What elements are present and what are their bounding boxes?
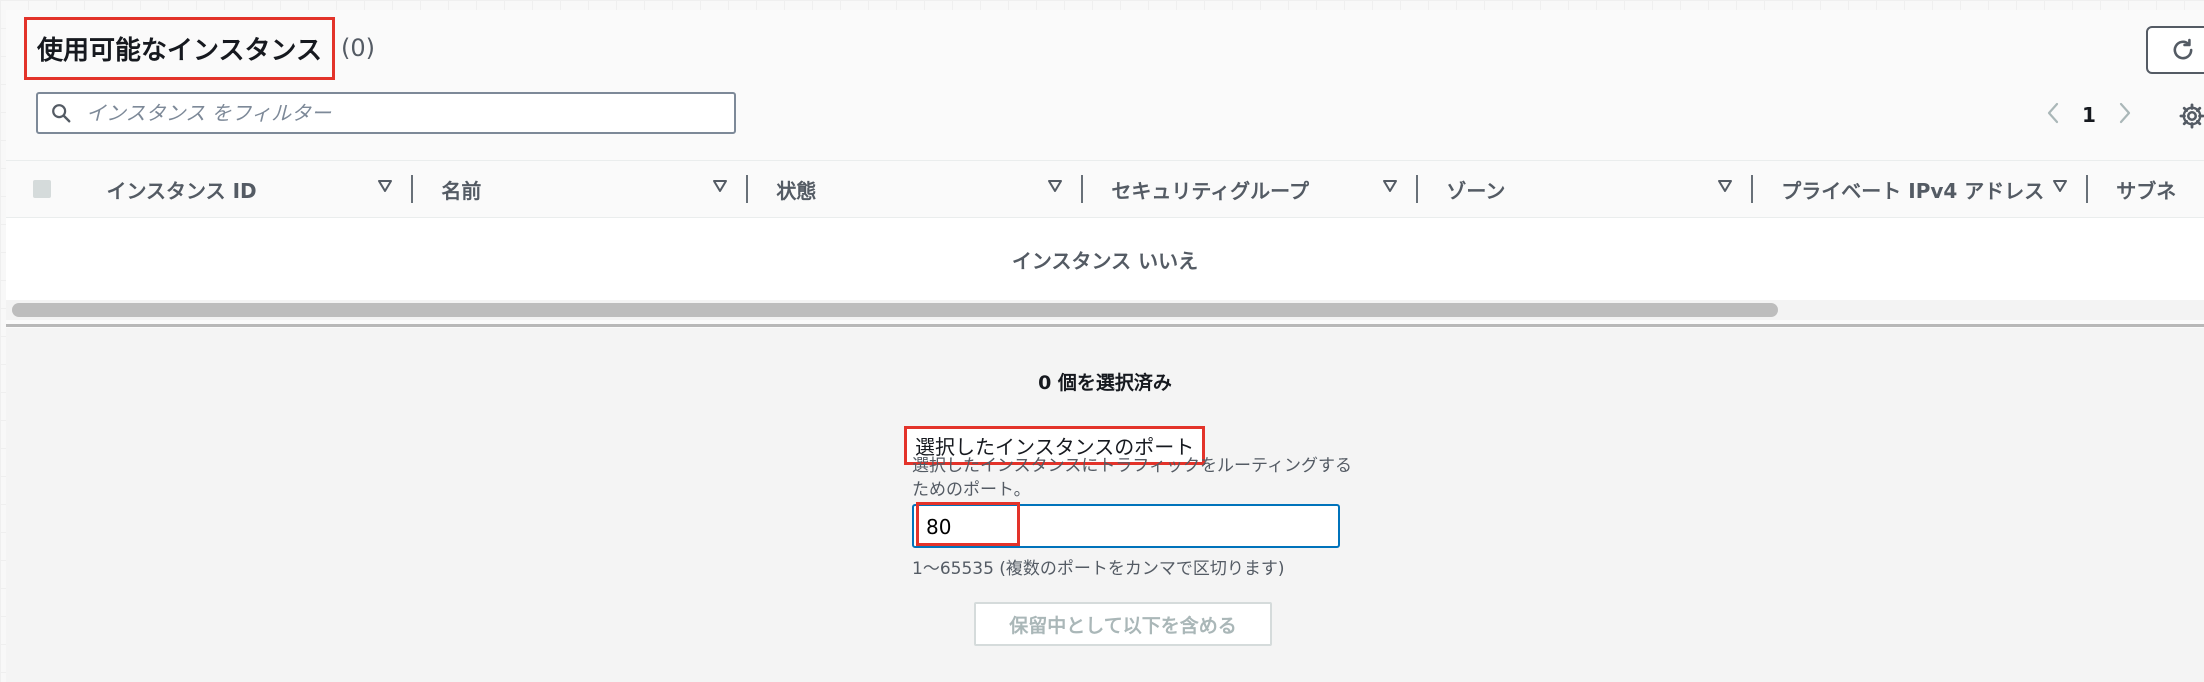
filter-search: [36, 92, 736, 134]
current-page[interactable]: 1: [2082, 103, 2096, 127]
refresh-button[interactable]: [2146, 26, 2204, 74]
chevron-right-icon: [2119, 102, 2131, 124]
include-as-pending-button[interactable]: 保留中として以下を含める: [974, 602, 1272, 646]
column-header-instance-id[interactable]: インスタンス ID: [78, 161, 414, 217]
column-label: 状態: [776, 178, 817, 203]
column-label: ゾーン: [1446, 178, 1506, 203]
column-header-state[interactable]: 状態: [748, 161, 1084, 217]
empty-state-text: インスタンス いいえ: [1011, 248, 1199, 273]
preferences-button[interactable]: [2178, 102, 2204, 130]
page-title: 使用可能なインスタンス: [24, 16, 335, 80]
prev-page-button[interactable]: [2046, 102, 2060, 128]
port-input[interactable]: [914, 506, 1328, 548]
caret-down-icon[interactable]: [712, 179, 728, 193]
caret-down-icon[interactable]: [1047, 179, 1063, 193]
panel-split-divider[interactable]: [6, 324, 2204, 327]
search-input[interactable]: [84, 100, 708, 126]
pagination: 1: [2046, 102, 2132, 128]
column-label: インスタンス ID: [106, 178, 257, 203]
instances-page: 使用可能なインスタンス (0) 1: [0, 0, 2204, 682]
chevron-left-icon: [2047, 102, 2059, 124]
horizontal-scrollbar[interactable]: [6, 300, 2204, 320]
column-label: サブネ: [2116, 178, 2177, 203]
select-all-cell: [6, 180, 78, 198]
port-input-wrapper: [912, 504, 1340, 548]
port-field-hint: 1〜65535 (複数のポートをカンマで区切ります): [912, 559, 1285, 579]
port-field-description: 選択したインスタンスにトラフィックをルーティングするためのポート。: [912, 456, 1352, 500]
column-header-zone[interactable]: ゾーン: [1418, 161, 1754, 217]
instances-table: インスタンス ID 名前 状態 セキュリティグループ ゾーン プライベート IP…: [6, 160, 2204, 301]
column-label: セキュリティグループ: [1111, 178, 1309, 203]
instance-count: (0): [340, 34, 375, 62]
selection-panel: 0 個を選択済み 選択したインスタンスのポート 選択したインスタンスにトラフィッ…: [6, 328, 2204, 682]
caret-down-icon[interactable]: [1717, 179, 1733, 193]
caret-down-icon[interactable]: [377, 179, 393, 193]
column-label: プライベート IPv4 アドレス: [1781, 178, 2045, 203]
table-header: インスタンス ID 名前 状態 セキュリティグループ ゾーン プライベート IP…: [6, 160, 2204, 218]
empty-state: インスタンス いいえ: [6, 218, 2204, 301]
column-header-private-ipv4[interactable]: プライベート IPv4 アドレス: [1753, 161, 2089, 217]
column-header-security-group[interactable]: セキュリティグループ: [1083, 161, 1419, 217]
column-header-subnet[interactable]: サブネ: [2088, 161, 2204, 217]
select-all-checkbox[interactable]: [33, 180, 52, 198]
column-header-name[interactable]: 名前: [413, 161, 749, 217]
caret-down-icon[interactable]: [2052, 179, 2068, 193]
scrollbar-thumb[interactable]: [12, 303, 1778, 317]
caret-down-icon[interactable]: [1382, 179, 1398, 193]
gear-icon: [2179, 103, 2204, 129]
search-icon: [38, 92, 84, 134]
panel-header: 使用可能なインスタンス (0): [24, 16, 375, 80]
instances-panel: 使用可能なインスタンス (0) 1: [6, 10, 2204, 328]
refresh-icon: [2173, 38, 2193, 60]
column-label: 名前: [441, 178, 482, 203]
next-page-button[interactable]: [2118, 102, 2132, 128]
selected-count: 0 個を選択済み: [1038, 372, 1172, 394]
